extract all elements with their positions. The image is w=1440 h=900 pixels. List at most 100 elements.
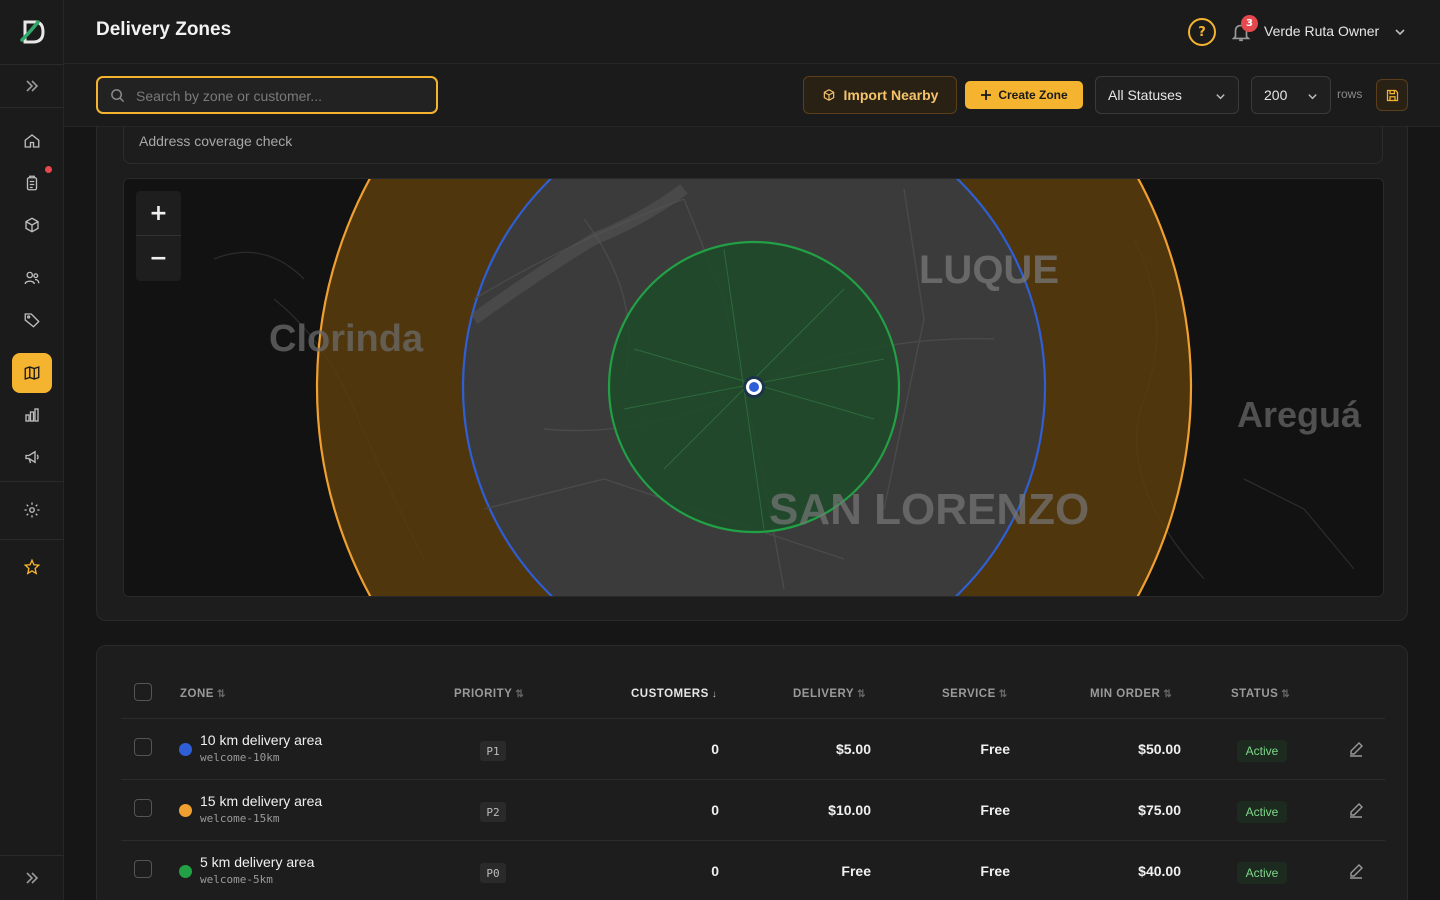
nav-analytics[interactable] [12, 395, 52, 435]
min-order: $40.00 [1138, 863, 1181, 879]
zone-name[interactable]: 5 km delivery area [200, 854, 314, 870]
nav-settings[interactable] [12, 490, 52, 530]
map-icon [24, 366, 40, 380]
home-icon [24, 134, 40, 148]
edit-icon[interactable] [1348, 863, 1364, 879]
customers-count: 0 [711, 802, 719, 818]
rows-per-page-select[interactable]: 200 [1251, 76, 1331, 114]
page-title: Delivery Zones [96, 19, 232, 40]
status-filter-select[interactable]: All Statuses [1095, 76, 1239, 114]
column-header-status[interactable]: STATUS ⇅ [1231, 688, 1290, 700]
gear-icon [24, 502, 40, 518]
delivery-fee: $5.00 [835, 741, 871, 757]
map-label-aregua: Areguá [1237, 394, 1362, 435]
sort-icon: ⇅ [216, 689, 226, 700]
search-input[interactable] [136, 85, 426, 107]
delivery-header-label: DELIVERY [793, 688, 855, 700]
min-order-header-label: MIN ORDER [1090, 688, 1161, 700]
status-badge: Active [1237, 801, 1287, 823]
nav-home[interactable] [12, 121, 52, 161]
zone-name[interactable]: 10 km delivery area [200, 732, 322, 748]
nav-marketing[interactable] [12, 437, 52, 477]
zoom-out-button[interactable]: − [136, 236, 181, 281]
search-icon [111, 89, 125, 103]
package-icon [823, 89, 834, 101]
min-order: $50.00 [1138, 741, 1181, 757]
toolbar: Import Nearby Create Zone All Statuses 2… [64, 64, 1440, 127]
column-header-priority[interactable]: PRIORITY ⇅ [454, 688, 524, 700]
zones-table: ZONE ⇅ PRIORITY ⇅ CUSTOMERS ↓ DELIVERY ⇅ SER… [96, 645, 1408, 900]
rows-label: rows [1337, 87, 1363, 101]
save-icon [1386, 89, 1398, 101]
customers-header-label: CUSTOMERS [631, 688, 709, 700]
box-icon [25, 217, 39, 233]
notification-dot [45, 166, 52, 173]
column-header-delivery[interactable]: DELIVERY ⇅ [793, 688, 866, 700]
zone-name[interactable]: 15 km delivery area [200, 793, 322, 809]
sidebar-divider [0, 539, 64, 540]
select-all-checkbox[interactable] [134, 683, 152, 701]
sidebar [0, 0, 64, 900]
star-icon [23, 558, 41, 575]
save-view-button[interactable] [1376, 79, 1408, 111]
map-card: Address coverage check LUQUE Clorinda Ar… [96, 110, 1408, 621]
expand-sidebar-icon[interactable] [20, 76, 44, 96]
app-logo-icon[interactable] [16, 16, 48, 48]
nav-favorites[interactable] [12, 547, 52, 587]
nav-delivery-zones[interactable] [12, 353, 52, 393]
edit-icon[interactable] [1348, 802, 1364, 818]
users-icon [24, 271, 40, 285]
status-header-label: STATUS [1231, 688, 1279, 700]
chevron-down-icon [1308, 94, 1317, 100]
row-checkbox[interactable] [134, 860, 152, 878]
delivery-zone-map[interactable]: LUQUE Clorinda Areguá SAN LORENZO + − [123, 178, 1384, 597]
chevron-down-icon[interactable] [1394, 26, 1406, 38]
row-checkbox[interactable] [134, 799, 152, 817]
zone-slug: welcome-10km [200, 751, 280, 764]
row-divider [121, 718, 1385, 719]
sort-icon: ⇅ [998, 689, 1008, 700]
plus-icon [981, 90, 992, 100]
row-divider [121, 840, 1385, 841]
nav-promotions[interactable] [12, 300, 52, 340]
row-checkbox[interactable] [134, 738, 152, 756]
zone-color-dot [179, 804, 192, 817]
edit-icon[interactable] [1348, 741, 1364, 757]
sort-icon: ⇅ [857, 689, 866, 700]
zone-slug: welcome-15km [200, 812, 280, 825]
zone-slug: welcome-5km [200, 873, 273, 886]
column-header-customers[interactable]: CUSTOMERS ↓ [631, 688, 717, 700]
zoom-controls: + − [136, 191, 181, 281]
create-zone-button[interactable]: Create Zone [965, 81, 1083, 109]
nav-customers[interactable] [12, 258, 52, 298]
nav-orders[interactable] [12, 163, 52, 203]
map-label-san-lorenzo: SAN LORENZO [769, 485, 1089, 534]
user-menu-name[interactable]: Verde Ruta Owner [1264, 23, 1379, 39]
zoom-in-button[interactable]: + [136, 191, 181, 236]
service-fee: Free [980, 863, 1010, 879]
megaphone-icon [25, 450, 39, 464]
customers-count: 0 [711, 863, 719, 879]
sort-desc-icon: ↓ [711, 689, 718, 700]
import-nearby-label: Import Nearby [843, 87, 939, 103]
help-button[interactable]: ? [1188, 18, 1216, 46]
chevron-down-icon [1216, 94, 1225, 100]
zone-color-dot [179, 743, 192, 756]
notification-badge: 3 [1241, 15, 1258, 32]
sidebar-divider [0, 107, 64, 108]
column-header-service[interactable]: SERVICE ⇅ [942, 688, 1008, 700]
search-box[interactable] [96, 76, 438, 114]
service-fee: Free [980, 802, 1010, 818]
expand-sidebar-bottom-icon[interactable] [20, 868, 44, 888]
zone-color-dot [179, 865, 192, 878]
service-fee: Free [980, 741, 1010, 757]
location-marker-center [749, 382, 759, 392]
column-header-min-order[interactable]: MIN ORDER ⇅ [1090, 688, 1172, 700]
status-badge: Active [1237, 740, 1287, 762]
delivery-fee: Free [841, 863, 871, 879]
column-header-zone[interactable]: ZONE ⇅ [180, 688, 226, 700]
map-label-clorinda: Clorinda [269, 318, 424, 360]
tag-icon [24, 313, 40, 328]
nav-products[interactable] [12, 205, 52, 245]
import-nearby-button[interactable]: Import Nearby [803, 76, 957, 114]
